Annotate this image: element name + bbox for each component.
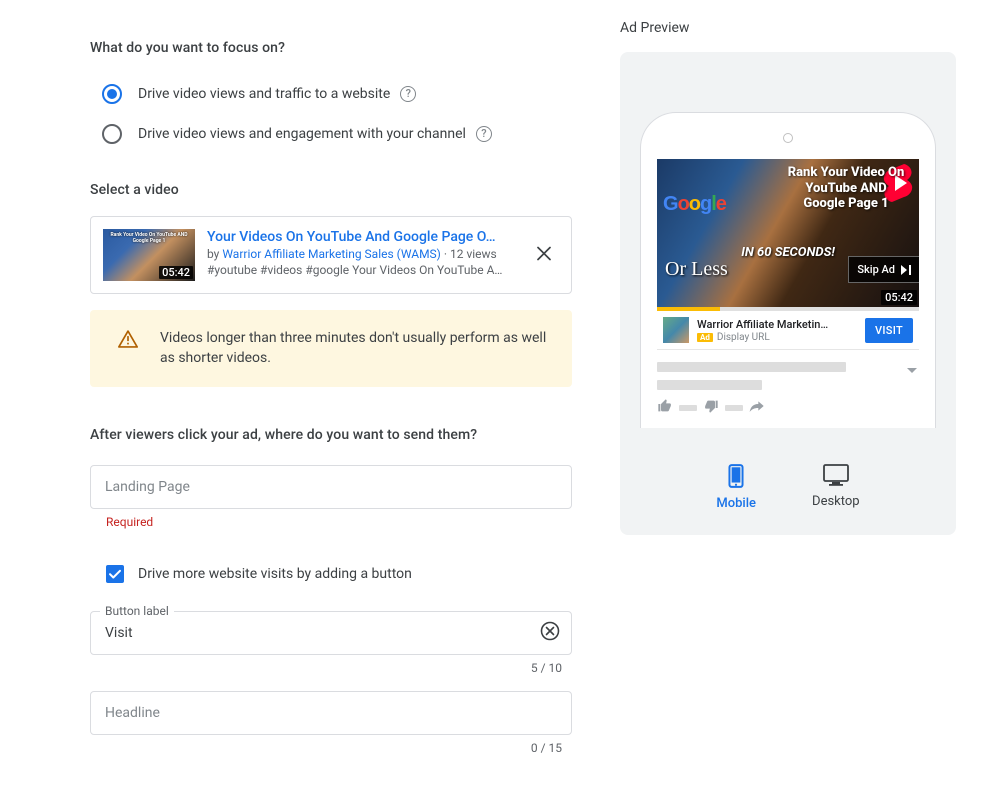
video-length-warning: Videos longer than three minutes don't u… bbox=[90, 310, 572, 387]
video-subline-1: by Warrior Affiliate Marketing Sales (WA… bbox=[207, 247, 547, 261]
radio-icon bbox=[102, 84, 122, 104]
headline-input[interactable] bbox=[105, 705, 557, 721]
focus-option-traffic-label: Drive video views and traffic to a websi… bbox=[138, 86, 390, 102]
focus-heading: What do you want to focus on? bbox=[90, 40, 572, 56]
add-button-checkbox-label: Drive more website visits by adding a bu… bbox=[138, 566, 412, 582]
button-label-input[interactable] bbox=[105, 625, 557, 641]
landing-page-input[interactable] bbox=[105, 479, 557, 495]
clear-circle-icon bbox=[540, 621, 560, 641]
channel-avatar bbox=[663, 317, 689, 343]
headline-counter: 0 / 15 bbox=[90, 741, 562, 755]
video-subline-2: #youtube #videos #google Your Videos On … bbox=[207, 263, 547, 277]
add-button-checkbox-row[interactable]: Drive more website visits by adding a bu… bbox=[106, 565, 572, 583]
headline-field[interactable] bbox=[90, 691, 572, 735]
select-video-heading: Select a video bbox=[90, 182, 572, 198]
help-icon[interactable]: ? bbox=[400, 86, 416, 102]
preview-cta-button[interactable]: VISIT bbox=[865, 318, 913, 343]
check-icon bbox=[108, 567, 122, 581]
skip-icon bbox=[901, 265, 911, 275]
skeleton-pill bbox=[679, 405, 697, 411]
landing-page-field[interactable] bbox=[90, 465, 572, 509]
phone-speaker-icon bbox=[783, 133, 793, 143]
phone-frame: Google Rank Your Video On YouTube AND Go… bbox=[640, 112, 936, 428]
chevron-down-icon[interactable] bbox=[907, 368, 917, 373]
preview-video: Google Rank Your Video On YouTube AND Go… bbox=[657, 159, 919, 307]
preview-duration-badge: 05:42 bbox=[881, 290, 917, 305]
clear-button-label[interactable] bbox=[540, 621, 560, 645]
preview-meta-row: Warrior Affiliate Marketin… Ad Display U… bbox=[657, 311, 919, 350]
device-desktop[interactable]: Desktop bbox=[812, 464, 860, 511]
device-toggle: Mobile Desktop bbox=[716, 464, 859, 511]
device-desktop-label: Desktop bbox=[812, 494, 860, 509]
video-channel-link[interactable]: Warrior Affiliate Marketing Sales (WAMS) bbox=[222, 247, 441, 261]
video-duration-badge: 05:42 bbox=[159, 266, 193, 279]
landing-page-required: Required bbox=[106, 515, 572, 529]
selected-video-card: Rank Your Video On YouTube AND Google Pa… bbox=[90, 216, 572, 294]
video-title-link[interactable]: Your Videos On YouTube And Google Page O… bbox=[207, 229, 527, 245]
button-label-counter: 5 / 10 bbox=[90, 661, 562, 675]
ad-preview-panel: Google Rank Your Video On YouTube AND Go… bbox=[620, 52, 956, 535]
preview-overlay-text: Rank Your Video On YouTube AND Google Pa… bbox=[781, 165, 911, 212]
destination-heading: After viewers click your ad, where do yo… bbox=[90, 427, 572, 443]
thumbs-down-icon[interactable] bbox=[703, 398, 719, 418]
desktop-icon bbox=[823, 464, 849, 486]
focus-option-engagement-label: Drive video views and engagement with yo… bbox=[138, 126, 466, 142]
focus-option-traffic[interactable]: Drive video views and traffic to a websi… bbox=[90, 74, 572, 114]
device-mobile-label: Mobile bbox=[716, 496, 756, 511]
skeleton-pill bbox=[725, 405, 743, 411]
preview-overlay-sub: IN 60 SECONDS! bbox=[741, 245, 835, 260]
share-icon[interactable] bbox=[749, 398, 765, 418]
mobile-icon bbox=[728, 464, 744, 488]
thumbnail-text: Rank Your Video On YouTube AND Google Pa… bbox=[107, 233, 191, 244]
help-icon[interactable]: ? bbox=[476, 126, 492, 142]
preview-display-url: Display URL bbox=[717, 332, 770, 343]
video-thumbnail[interactable]: Rank Your Video On YouTube AND Google Pa… bbox=[103, 229, 195, 281]
ad-preview-title: Ad Preview bbox=[620, 20, 956, 36]
add-button-checkbox[interactable] bbox=[106, 565, 124, 583]
preview-overlay-sub2: Or Less bbox=[665, 258, 728, 281]
thumbs-up-icon[interactable] bbox=[657, 398, 673, 418]
button-label-float: Button label bbox=[100, 604, 174, 618]
preview-description-area bbox=[657, 362, 919, 390]
skip-ad-button[interactable]: Skip Ad bbox=[848, 256, 919, 283]
ad-badge: Ad bbox=[697, 333, 713, 342]
focus-option-engagement[interactable]: Drive video views and engagement with yo… bbox=[90, 114, 572, 154]
preview-channel-name: Warrior Affiliate Marketin… bbox=[697, 318, 865, 331]
preview-action-row bbox=[657, 398, 919, 418]
warning-icon bbox=[118, 330, 138, 348]
google-logo-icon: Google bbox=[663, 193, 726, 216]
radio-icon bbox=[102, 124, 122, 144]
device-mobile[interactable]: Mobile bbox=[716, 464, 756, 511]
remove-video-button[interactable] bbox=[537, 247, 551, 264]
close-icon bbox=[537, 247, 551, 261]
warning-text: Videos longer than three minutes don't u… bbox=[160, 328, 554, 369]
